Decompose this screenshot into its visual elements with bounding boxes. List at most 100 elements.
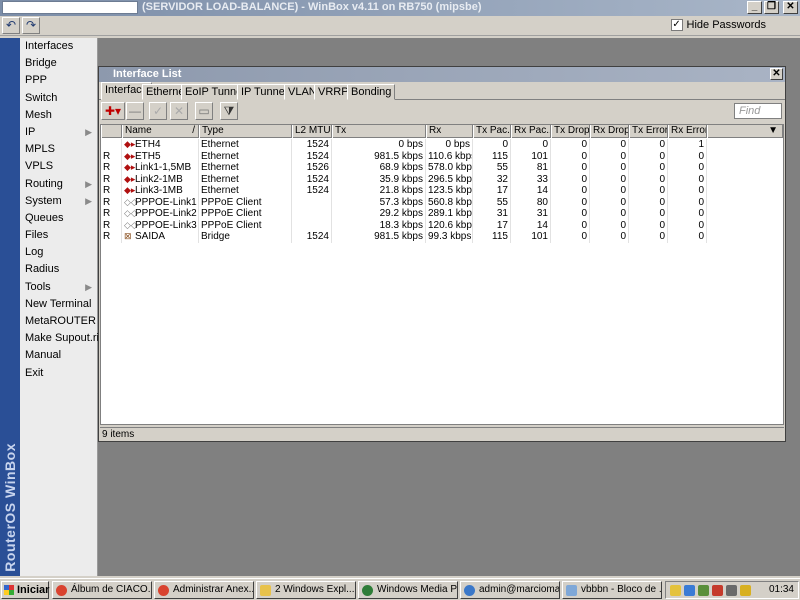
tray-app-icon[interactable] bbox=[740, 585, 751, 596]
sort-indicator-icon: / bbox=[192, 125, 195, 136]
table-row[interactable]: R ◆▸ETH5 Ethernet 1524 981.5 kbps 110.6 kbps 1… bbox=[101, 150, 783, 162]
column-header-tx[interactable]: Tx bbox=[332, 125, 426, 138]
menu-item-ppp[interactable]: PPP bbox=[20, 72, 97, 89]
column-chooser-icon[interactable]: ▼ bbox=[707, 125, 783, 138]
window-close-button[interactable]: ✕ bbox=[770, 68, 783, 80]
update-icon[interactable] bbox=[698, 585, 709, 596]
submenu-arrow-icon: ▶ bbox=[85, 281, 92, 292]
column-header-rx[interactable]: Rx bbox=[426, 125, 473, 138]
cell-txd: 0 bbox=[551, 173, 590, 185]
close-button[interactable]: ✕ bbox=[783, 1, 798, 14]
menu-item-files[interactable]: Files bbox=[20, 227, 97, 244]
table-row[interactable]: R ◆▸Link1-1,5MB Ethernet 1526 68.9 kbps 578.0… bbox=[101, 162, 783, 174]
menu-item-system[interactable]: System ▶ bbox=[20, 193, 97, 210]
filter-icon[interactable]: ⧩ bbox=[220, 102, 238, 120]
ethernet-icon: ◆▸ bbox=[124, 139, 136, 149]
taskbar-item-album[interactable]: Álbum de CIACO... bbox=[52, 581, 152, 599]
folder-icon bbox=[260, 585, 271, 596]
volume-icon[interactable] bbox=[726, 585, 737, 596]
hide-passwords-toggle[interactable]: ✓ Hide Passwords bbox=[670, 19, 766, 31]
menu-item-tools[interactable]: Tools ▶ bbox=[20, 279, 97, 296]
menu-item-mpls[interactable]: MPLS bbox=[20, 141, 97, 158]
column-header-type[interactable]: Type bbox=[199, 125, 292, 138]
column-header-rx-drops[interactable]: Rx Drops bbox=[590, 125, 629, 138]
window-titlebar[interactable]: Interface List ✕ bbox=[99, 67, 785, 82]
menu-item-log[interactable]: Log bbox=[20, 244, 97, 261]
cell-txp: 55 bbox=[473, 162, 511, 174]
cell-txe: 0 bbox=[629, 185, 668, 197]
column-header-tx-errors[interactable]: Tx Errors bbox=[629, 125, 668, 138]
add-icon[interactable]: ✚▾ bbox=[101, 102, 125, 120]
menu-item-switch[interactable]: Switch bbox=[20, 90, 97, 107]
menu-item-radius[interactable]: Radius bbox=[20, 261, 97, 278]
cell-rxp: 81 bbox=[511, 162, 551, 174]
menu-item-manual[interactable]: Manual bbox=[20, 347, 97, 364]
find-input[interactable]: Find bbox=[734, 103, 782, 119]
antivirus-icon[interactable] bbox=[712, 585, 723, 596]
hide-passwords-checkbox[interactable]: ✓ bbox=[670, 19, 683, 31]
menu-item-new-terminal[interactable]: New Terminal bbox=[20, 296, 97, 313]
address-field[interactable] bbox=[2, 1, 138, 14]
enable-icon[interactable]: ✓ bbox=[149, 102, 167, 120]
start-button[interactable]: Iniciar bbox=[1, 581, 49, 599]
menu-item-mesh[interactable]: Mesh bbox=[20, 107, 97, 124]
table-row[interactable]: R ◇◇PPPOE-Link1 PPPoE Client 57.3 kbps 560.8… bbox=[101, 196, 783, 208]
comment-icon[interactable]: ▭ bbox=[195, 102, 213, 120]
column-header-name[interactable]: Name / bbox=[122, 125, 199, 138]
cell-rxe: 1 bbox=[668, 139, 707, 151]
menu-item-exit[interactable]: Exit bbox=[20, 365, 97, 382]
minimize-button[interactable]: _ bbox=[747, 1, 762, 14]
menu-item-ip[interactable]: IP ▶ bbox=[20, 124, 97, 141]
column-header-flag[interactable] bbox=[101, 125, 122, 138]
disable-icon[interactable]: ✕ bbox=[170, 102, 188, 120]
cell-tx: 57.3 kbps bbox=[332, 196, 426, 208]
cell-rxd: 0 bbox=[590, 196, 629, 208]
cell-type: Ethernet bbox=[199, 150, 292, 162]
cell-tx: 981.5 kbps bbox=[332, 231, 426, 243]
tab-bonding[interactable]: Bonding bbox=[347, 84, 396, 100]
menu-item-bridge[interactable]: Bridge bbox=[20, 55, 97, 72]
table-row[interactable]: ◆▸ETH4 Ethernet 1524 0 bps 0 bps 0 0 0 0 0 1 bbox=[101, 139, 783, 151]
taskbar-item-media-player[interactable]: Windows Media Pl... bbox=[358, 581, 458, 599]
column-header-l2mtu[interactable]: L2 MTU bbox=[292, 125, 332, 138]
cell-rxd: 0 bbox=[590, 219, 629, 231]
menu-item-queues[interactable]: Queues bbox=[20, 210, 97, 227]
list-toolbar: ✚▾ — ✓ ✕ ▭ ⧩ Find bbox=[99, 100, 785, 122]
menu-item-interfaces[interactable]: Interfaces bbox=[20, 38, 97, 55]
cell-tx: 68.9 kbps bbox=[332, 162, 426, 174]
menu-item-routing[interactable]: Routing ▶ bbox=[20, 176, 97, 193]
submenu-arrow-icon: ▶ bbox=[85, 178, 92, 189]
column-header-tx-packets[interactable]: Tx Pac... bbox=[473, 125, 511, 138]
network-icon[interactable] bbox=[684, 585, 695, 596]
cell-rxd: 0 bbox=[590, 208, 629, 220]
column-header-rx-errors[interactable]: Rx Errors bbox=[668, 125, 707, 138]
table-row[interactable]: R ⊠ SAIDA Bridge 1524 981.5 kbps 99.3 kbps 115 1… bbox=[101, 231, 783, 243]
shield-icon[interactable] bbox=[670, 585, 681, 596]
table-row[interactable]: R ◇◇PPPOE-Link3 PPPoE Client 18.3 kbps 120.6… bbox=[101, 219, 783, 231]
taskbar: Iniciar Álbum de CIACO... Administrar An… bbox=[0, 578, 800, 600]
column-header-tx-drops[interactable]: Tx Drops bbox=[551, 125, 590, 138]
taskbar-item-admin[interactable]: admin@marcioma... bbox=[460, 581, 560, 599]
table-row[interactable]: R ◆▸Link3-1MB Ethernet 1524 21.8 kbps 123.5 k… bbox=[101, 185, 783, 197]
cell-mtu: 1524 bbox=[292, 231, 332, 243]
app-title: (SERVIDOR LOAD-BALANCE) - WinBox v4.11 o… bbox=[142, 1, 482, 13]
redo-icon[interactable]: ↷ bbox=[22, 17, 40, 34]
ethernet-icon: ◆▸ bbox=[124, 185, 136, 195]
cell-flag bbox=[101, 139, 122, 151]
table-row[interactable]: R ◇◇PPPOE-Link2 PPPoE Client 29.2 kbps 289.1… bbox=[101, 208, 783, 220]
bridge-icon: ⊠ bbox=[124, 231, 132, 241]
menu-item-make-supout[interactable]: Make Supout.rif bbox=[20, 330, 102, 347]
menu-item-metarouter[interactable]: MetaROUTER bbox=[20, 313, 97, 330]
remove-icon[interactable]: — bbox=[126, 102, 144, 120]
column-header-rx-packets[interactable]: Rx Pac... bbox=[511, 125, 551, 138]
taskbar-item-windows-explorer[interactable]: 2 Windows Expl... bbox=[256, 581, 356, 599]
cell-txd: 0 bbox=[551, 231, 590, 243]
menu-item-vpls[interactable]: VPLS bbox=[20, 158, 97, 175]
undo-icon[interactable]: ↶ bbox=[2, 17, 20, 34]
taskbar-item-administrar[interactable]: Administrar Anex... bbox=[154, 581, 254, 599]
cell-flag: R bbox=[101, 231, 122, 243]
restore-button[interactable]: ❐ bbox=[764, 1, 779, 14]
taskbar-item-notepad[interactable]: vbbbn - Bloco de ... bbox=[562, 581, 662, 599]
main-menu: Interfaces Bridge PPP Switch Mesh IP ▶ MP… bbox=[20, 38, 102, 576]
table-row[interactable]: R ◆▸Link2-1MB Ethernet 1524 35.9 kbps 296.5 k… bbox=[101, 173, 783, 185]
